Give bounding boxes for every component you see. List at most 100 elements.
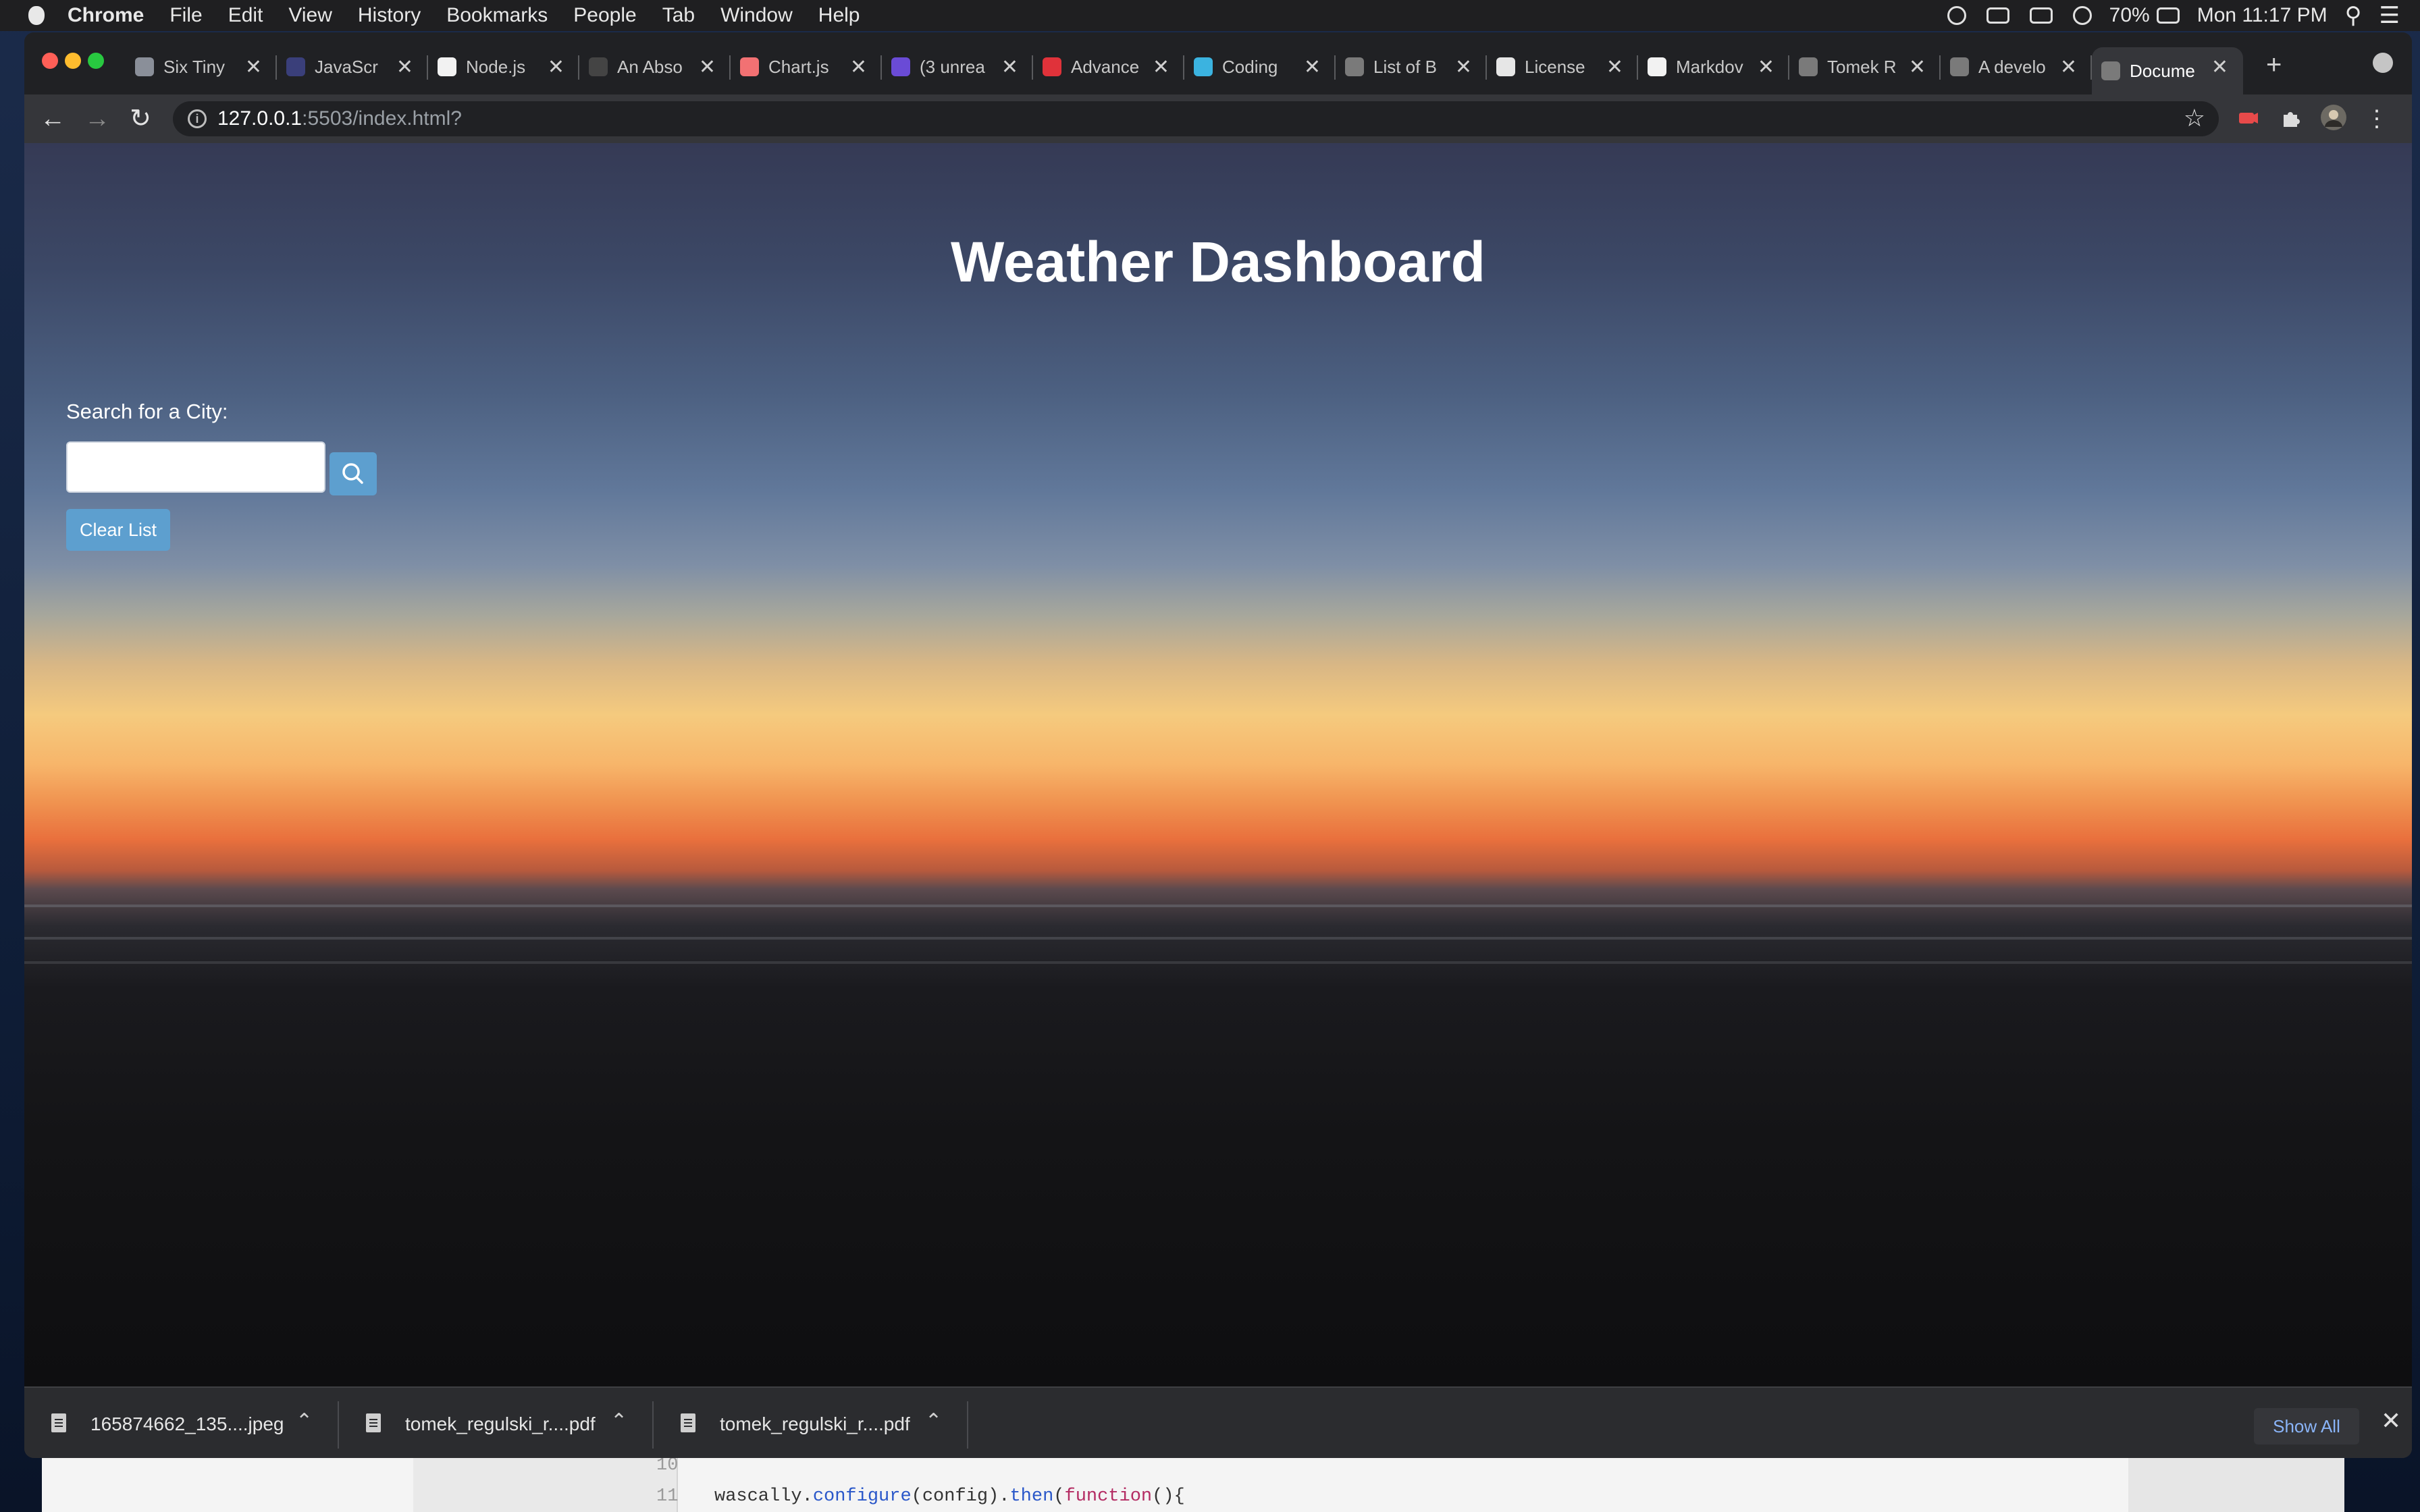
- new-tab-icon[interactable]: +: [2266, 50, 2282, 80]
- download-item[interactable]: 165874662_135....jpeg ⌃: [24, 1388, 339, 1458]
- menu-help[interactable]: Help: [818, 4, 860, 27]
- back-arrow-icon[interactable]: ←: [36, 103, 69, 135]
- accessibility-icon[interactable]: [1947, 6, 1966, 25]
- tab-close-icon[interactable]: ✕: [1153, 55, 1169, 79]
- tab-close-icon[interactable]: ✕: [548, 55, 564, 79]
- menu-tab[interactable]: Tab: [662, 4, 695, 27]
- menu-extras: 70% Mon 11:17 PM ⚲ ☰: [1927, 0, 2400, 31]
- menu-view[interactable]: View: [288, 4, 332, 27]
- browser-tab[interactable]: An Abso ✕: [579, 47, 731, 86]
- line-number: 10: [656, 1455, 679, 1476]
- browser-tab[interactable]: Chart.js ✕: [731, 47, 882, 86]
- browser-tab[interactable]: Node.js ✕: [428, 47, 579, 86]
- tab-label: Advance: [1071, 56, 1140, 77]
- menu-file[interactable]: File: [169, 4, 202, 27]
- reload-icon[interactable]: ↻: [124, 103, 157, 135]
- tab-favicon-icon: [1043, 57, 1061, 76]
- browser-tab[interactable]: A develo ✕: [1941, 47, 2092, 86]
- minimize-window-button[interactable]: [65, 53, 81, 69]
- battery-icon[interactable]: [2156, 7, 2180, 24]
- menu-app-name[interactable]: Chrome: [68, 4, 144, 27]
- tab-favicon-icon: [891, 57, 910, 76]
- chevron-up-icon[interactable]: ⌃: [296, 1409, 313, 1433]
- horizon-wave: [24, 961, 2412, 964]
- bookmark-star-icon[interactable]: ☆: [2184, 104, 2205, 132]
- browser-tab[interactable]: Coding ✕: [1184, 47, 1336, 86]
- spotlight-search-icon[interactable]: ⚲: [2345, 2, 2362, 29]
- download-item[interactable]: tomek_regulski_r....pdf ⌃: [339, 1388, 654, 1458]
- apple-icon[interactable]: [28, 6, 45, 25]
- menu-people[interactable]: People: [573, 4, 636, 27]
- clear-list-button[interactable]: Clear List: [66, 509, 170, 551]
- background-editor-window: 10 11 wascally.configure(config).then(fu…: [42, 1451, 2344, 1512]
- tab-close-icon[interactable]: ✕: [850, 55, 867, 79]
- download-filename[interactable]: 165874662_135....jpeg: [90, 1413, 284, 1435]
- download-item[interactable]: tomek_regulski_r....pdf ⌃: [654, 1388, 968, 1458]
- editor-side-panel: [2128, 1451, 2344, 1512]
- site-info-icon[interactable]: i: [188, 109, 207, 128]
- code-line: wascally.configure(config).then(function…: [714, 1486, 1185, 1507]
- macos-menu-bar: Chrome File Edit View History Bookmarks …: [0, 0, 2420, 31]
- browser-tab[interactable]: Tomek R ✕: [1789, 47, 1941, 86]
- browser-tab[interactable]: License ✕: [1487, 47, 1638, 86]
- notification-center-icon[interactable]: ☰: [2379, 2, 2400, 29]
- menu-bookmarks[interactable]: Bookmarks: [446, 4, 548, 27]
- menu-window[interactable]: Window: [720, 4, 793, 27]
- tab-label: Coding: [1222, 56, 1278, 77]
- tab-favicon-icon: [1496, 57, 1515, 76]
- chevron-up-icon[interactable]: ⌃: [925, 1409, 942, 1433]
- forward-arrow-icon[interactable]: →: [81, 103, 113, 135]
- search-label: Search for a City:: [66, 400, 228, 423]
- zoom-window-button[interactable]: [88, 53, 104, 69]
- calendar-icon[interactable]: [2029, 7, 2053, 24]
- browser-tab[interactable]: (3 unrea ✕: [882, 47, 1033, 86]
- browser-tab[interactable]: JavaScr ✕: [277, 47, 428, 86]
- tab-close-icon[interactable]: ✕: [1455, 55, 1472, 79]
- address-bar[interactable]: i 127.0.0.1:5503/index.html? ☆: [173, 101, 2219, 136]
- tab-favicon-icon: [740, 57, 759, 76]
- download-filename[interactable]: tomek_regulski_r....pdf: [720, 1413, 910, 1435]
- extension-video-icon[interactable]: [2236, 107, 2259, 130]
- line-number: 11: [656, 1486, 679, 1507]
- download-filename[interactable]: tomek_regulski_r....pdf: [405, 1413, 596, 1435]
- tab-close-icon[interactable]: ✕: [245, 55, 262, 79]
- profile-avatar[interactable]: [2320, 104, 2347, 131]
- chevron-up-icon[interactable]: ⌃: [610, 1409, 627, 1433]
- tab-close-icon[interactable]: ✕: [1606, 55, 1623, 79]
- extensions-puzzle-icon[interactable]: [2280, 107, 2303, 130]
- chrome-menu-icon[interactable]: ⋮: [2361, 103, 2393, 135]
- wifi-icon[interactable]: [2072, 6, 2092, 25]
- tab-close-icon[interactable]: ✕: [1001, 55, 1018, 79]
- page-title: Weather Dashboard: [951, 230, 1485, 294]
- browser-tab[interactable]: Markdov ✕: [1638, 47, 1789, 86]
- tab-favicon-icon: [1345, 57, 1364, 76]
- menu-history[interactable]: History: [358, 4, 421, 27]
- tab-close-icon[interactable]: ✕: [1304, 55, 1321, 79]
- tab-search-icon[interactable]: [2373, 53, 2393, 73]
- url-text[interactable]: 127.0.0.1:5503/index.html?: [217, 107, 462, 130]
- tab-close-icon[interactable]: ✕: [699, 55, 716, 79]
- tab-close-icon[interactable]: ✕: [2211, 55, 2228, 79]
- tab-close-icon[interactable]: ✕: [2060, 55, 2077, 79]
- menu-edit[interactable]: Edit: [228, 4, 263, 27]
- browser-tab[interactable]: Docume ✕: [2092, 47, 2243, 94]
- tab-label: Chart.js: [768, 56, 829, 77]
- close-window-button[interactable]: [42, 53, 58, 69]
- browser-tab[interactable]: Advance ✕: [1033, 47, 1184, 86]
- tab-close-icon[interactable]: ✕: [1758, 55, 1774, 79]
- tab-close-icon[interactable]: ✕: [396, 55, 413, 79]
- browser-tab[interactable]: Six Tiny ✕: [126, 47, 277, 86]
- browser-tab[interactable]: List of B ✕: [1336, 47, 1487, 86]
- search-icon: [342, 463, 363, 484]
- file-icon: [681, 1413, 695, 1432]
- tab-close-icon[interactable]: ✕: [1909, 55, 1926, 79]
- menu-clock[interactable]: Mon 11:17 PM: [2197, 4, 2327, 27]
- city-search-input[interactable]: [66, 441, 325, 493]
- airplay-icon[interactable]: [1986, 7, 2009, 24]
- search-button[interactable]: [330, 452, 377, 495]
- tab-label: List of B: [1373, 56, 1437, 77]
- tab-label: Docume: [2130, 60, 2195, 81]
- browser-toolbar: ← → ↻ i 127.0.0.1:5503/index.html? ☆ ⋮: [24, 94, 2412, 143]
- close-icon[interactable]: ✕: [2381, 1407, 2401, 1435]
- show-all-downloads-button[interactable]: Show All: [2254, 1408, 2359, 1444]
